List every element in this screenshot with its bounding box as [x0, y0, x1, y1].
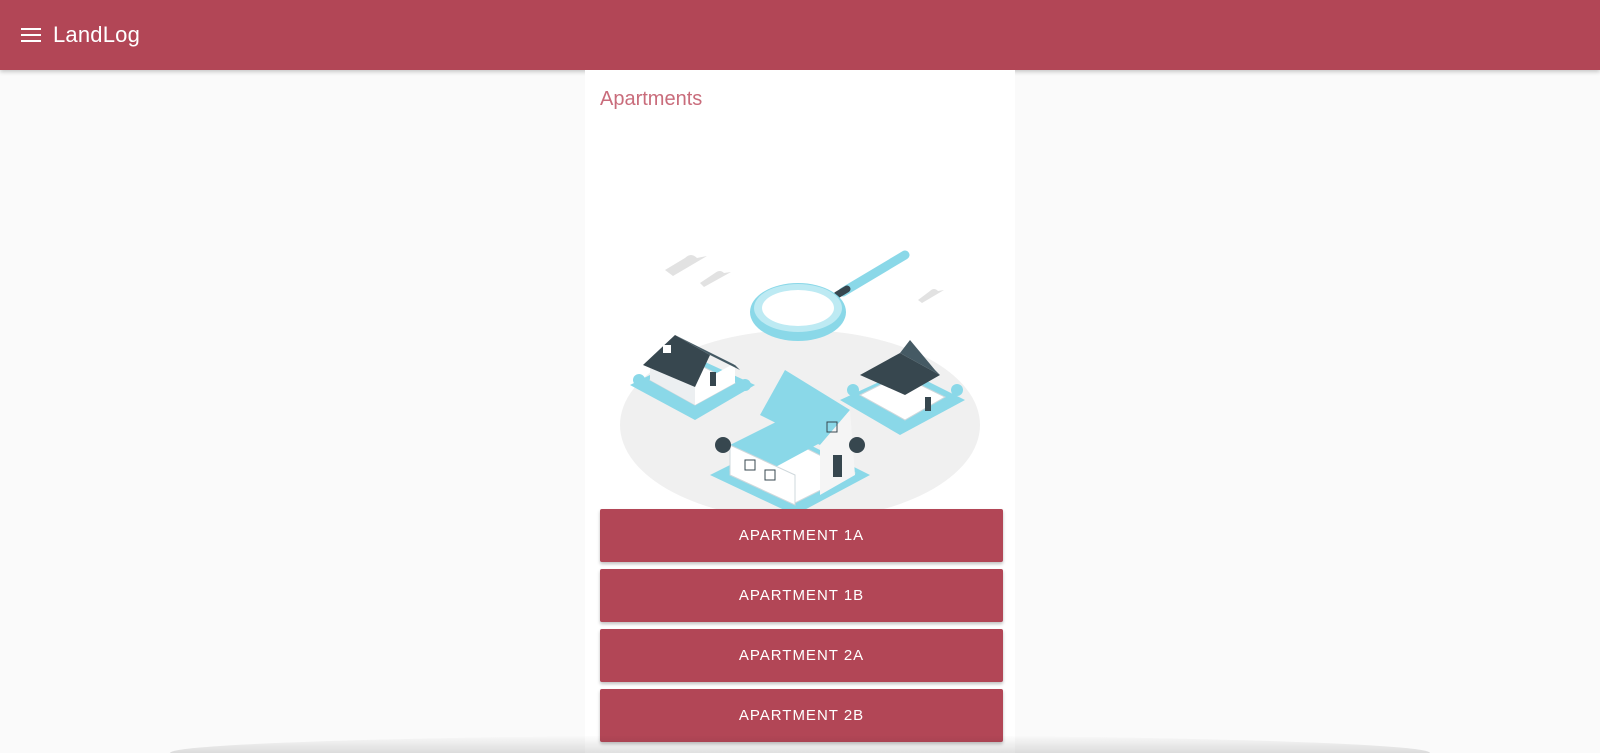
apartment-button[interactable]: APARTMENT 2A: [600, 629, 1003, 682]
apartment-button[interactable]: APARTMENT 1A: [600, 509, 1003, 562]
bottom-sheet-shadow: [170, 735, 1430, 753]
apartment-button[interactable]: APARTMENT 1B: [600, 569, 1003, 622]
menu-icon[interactable]: [19, 23, 43, 47]
app-title: LandLog: [53, 22, 141, 47]
apartments-panel: Apartments APARTMENT 1A APARTMENT 1B APA…: [585, 70, 1015, 753]
app-bar: LandLog: [0, 0, 1600, 70]
houses-magnifier-illustration: [620, 250, 980, 520]
section-title: Apartments: [600, 88, 703, 110]
